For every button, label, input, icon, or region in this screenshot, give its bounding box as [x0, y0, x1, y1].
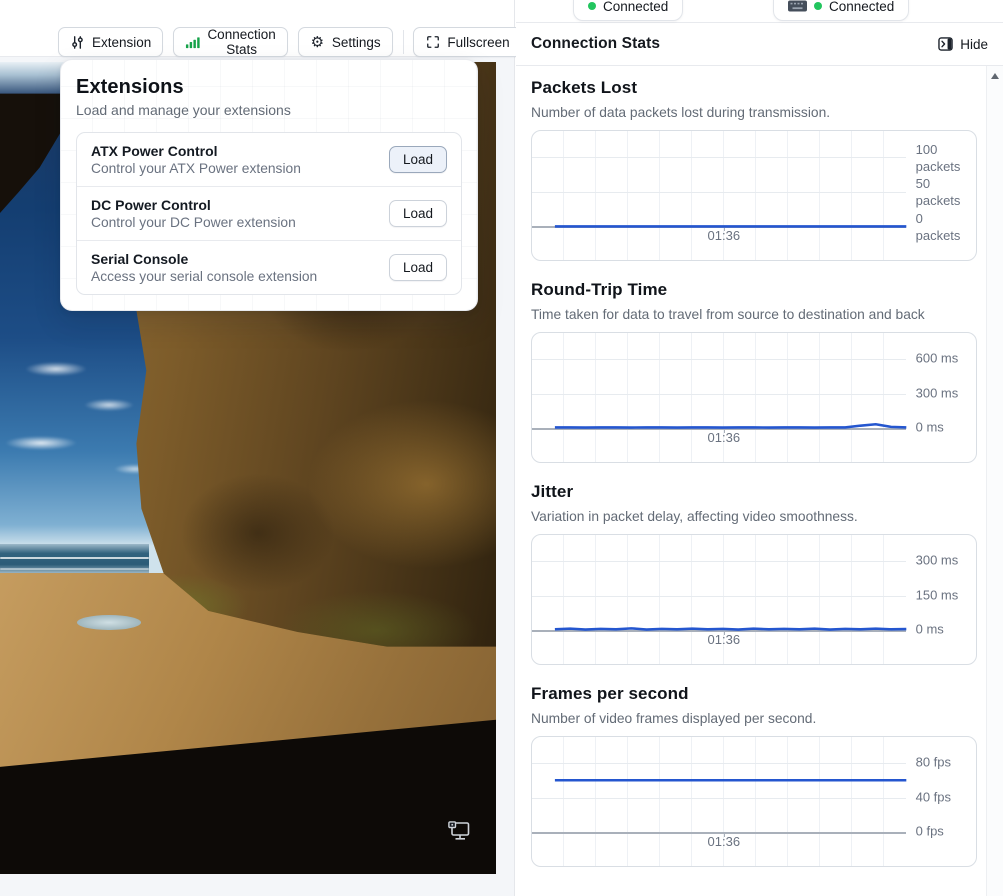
extension-button[interactable]: Extension [58, 27, 163, 57]
load-serial-console-button[interactable]: Load [389, 254, 447, 281]
collapse-panel-icon [938, 37, 953, 51]
extension-name: ATX Power Control [91, 143, 301, 159]
green-status-dot [588, 2, 596, 10]
jitter-line [532, 535, 976, 664]
y-tick: 600 ms [916, 350, 959, 367]
packets-lost-line [532, 131, 976, 260]
jitter-section: Jitter Variation in packet delay, affect… [531, 482, 977, 665]
green-status-dot [814, 2, 822, 10]
y-tick: 80 fps [916, 754, 951, 771]
y-tick: 300 ms [916, 385, 959, 402]
fullscreen-button[interactable]: Fullscreen [413, 27, 521, 57]
round-trip-time-line [532, 333, 976, 462]
scrollbar-up-arrow[interactable] [991, 73, 999, 79]
connection-stats-panel: Connected Connected Connection Stats [516, 0, 1003, 896]
extension-name: Serial Console [91, 251, 317, 267]
hide-panel-label: Hide [960, 37, 988, 52]
load-atx-power-button[interactable]: Load [389, 146, 447, 173]
y-tick: 0 packets [916, 211, 961, 245]
y-tick: 100 packets [916, 142, 961, 176]
fps-section: Frames per second Number of video frames… [531, 684, 977, 867]
virtual-display-icon [448, 821, 470, 841]
x-tick: 01:36 [708, 632, 741, 647]
keyboard-icon [788, 0, 807, 12]
x-tick: 01:36 [708, 228, 741, 243]
jitter-title: Jitter [531, 482, 977, 502]
extension-row-serial-console: Serial Console Access your serial consol… [77, 240, 461, 294]
jitter-subtitle: Variation in packet delay, affecting vid… [531, 509, 977, 524]
fps-line [532, 737, 976, 866]
hid-status-badge[interactable]: Connected [773, 0, 909, 21]
load-dc-power-button[interactable]: Load [389, 200, 447, 227]
stats-panel-title: Connection Stats [531, 35, 660, 53]
extension-button-label: Extension [92, 35, 151, 50]
connection-status-label: Connected [603, 0, 668, 14]
video-toolbar-bar: Extension Connection Stats ⚙ Settings [0, 0, 514, 57]
extension-description: Control your DC Power extension [91, 215, 296, 230]
status-badge-bar: Connected Connected [516, 0, 1003, 23]
round-trip-time-subtitle: Time taken for data to travel from sourc… [531, 307, 977, 322]
y-tick: 0 fps [916, 824, 944, 841]
y-tick: 300 ms [916, 552, 959, 569]
round-trip-time-chart: 600 ms 300 ms 0 ms 01:36 [531, 332, 977, 463]
extension-row-dc-power: DC Power Control Control your DC Power e… [77, 186, 461, 240]
extensions-popover-title: Extensions [76, 76, 462, 99]
connection-stats-button[interactable]: Connection Stats [173, 27, 288, 57]
y-tick: 50 packets [916, 176, 961, 210]
stats-scroll-area: Packets Lost Number of data packets lost… [516, 66, 986, 896]
extensions-popover: Extensions Load and manage your extensio… [60, 59, 478, 311]
extension-name: DC Power Control [91, 197, 296, 213]
packets-lost-subtitle: Number of data packets lost during trans… [531, 105, 977, 120]
y-tick: 0 ms [916, 420, 944, 437]
extension-description: Control your ATX Power extension [91, 161, 301, 176]
extension-row-atx-power: ATX Power Control Control your ATX Power… [77, 133, 461, 186]
gear-icon: ⚙ [310, 35, 325, 50]
y-tick: 40 fps [916, 789, 951, 806]
hide-panel-button[interactable]: Hide [938, 37, 988, 52]
x-tick: 01:36 [708, 834, 741, 849]
fps-chart: 80 fps 40 fps 0 fps 01:36 [531, 736, 977, 867]
jitter-chart: 300 ms 150 ms 0 ms 01:36 [531, 534, 977, 665]
round-trip-time-section: Round-Trip Time Time taken for data to t… [531, 280, 977, 463]
round-trip-time-title: Round-Trip Time [531, 280, 977, 300]
signal-bars-icon [185, 35, 200, 50]
packets-lost-chart: 100 packets 50 packets 0 packets 01:36 [531, 130, 977, 261]
extensions-list: ATX Power Control Control your ATX Power… [76, 132, 462, 295]
connection-stats-button-label: Connection Stats [207, 27, 276, 57]
fps-title: Frames per second [531, 684, 977, 704]
extensions-popover-subtitle: Load and manage your extensions [76, 102, 462, 118]
fullscreen-button-label: Fullscreen [447, 35, 509, 50]
toolbar-divider [403, 30, 404, 54]
fps-subtitle: Number of video frames displayed per sec… [531, 711, 977, 726]
x-tick: 01:36 [708, 430, 741, 445]
extension-description: Access your serial console extension [91, 269, 317, 284]
settings-button[interactable]: ⚙ Settings [298, 27, 393, 57]
cloud [5, 436, 77, 450]
cloud [84, 399, 134, 411]
sliders-icon [70, 35, 85, 50]
fullscreen-icon [425, 35, 440, 50]
stats-panel-header: Connection Stats Hide [516, 23, 1003, 66]
y-tick: 0 ms [916, 622, 944, 639]
y-tick: 150 ms [916, 587, 959, 604]
packets-lost-title: Packets Lost [531, 78, 977, 98]
packets-lost-section: Packets Lost Number of data packets lost… [531, 78, 977, 261]
connection-status-badge[interactable]: Connected [573, 0, 683, 21]
panel-scrollbar[interactable] [986, 66, 1003, 896]
video-toolbar: Extension Connection Stats ⚙ Settings [58, 27, 522, 57]
settings-button-label: Settings [332, 35, 381, 50]
hid-status-label: Connected [829, 0, 894, 14]
